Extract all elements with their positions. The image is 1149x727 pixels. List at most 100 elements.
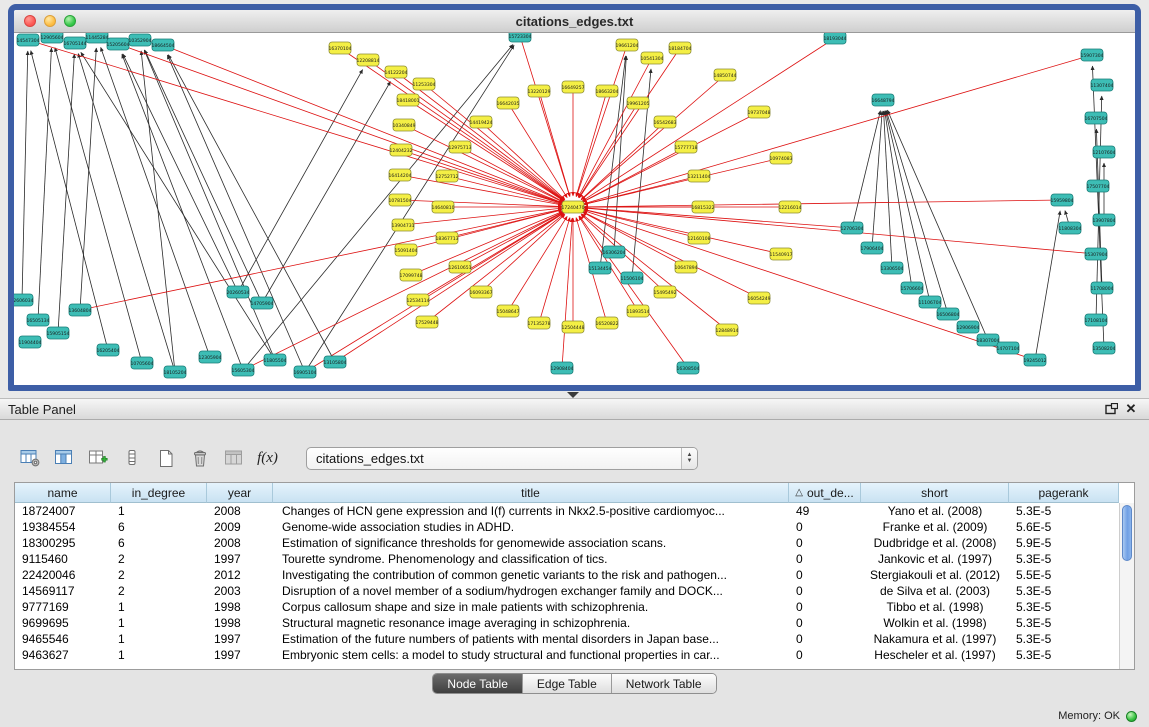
table-cell[interactable]: 9699695 [15,615,111,631]
delete-table-icon[interactable] [186,445,213,471]
graph-node[interactable]: 13907804 [1093,214,1116,226]
table-cell[interactable]: 22420046 [15,567,111,583]
graph-node[interactable]: 15706604 [901,282,924,294]
table-cell[interactable]: Genome-wide association studies in ADHD. [273,519,789,535]
table-cell[interactable]: de Silva et al. (2003) [861,583,1009,599]
table-row[interactable]: 1938455462009Genome-wide association stu… [15,519,1119,535]
graph-node[interactable]: 17529448 [416,316,439,328]
table-row[interactable]: 946554611997Estimation of the future num… [15,631,1119,647]
graph-node[interactable]: 16815322 [692,201,715,213]
select-columns-icon[interactable] [50,445,77,471]
graph-node[interactable]: 14640810 [432,201,455,213]
graph-node[interactable]: 16308504 [677,362,700,374]
table-cell[interactable]: 5.3E-5 [1009,615,1119,631]
graph-node[interactable]: 12107604 [1093,146,1116,158]
graph-node[interactable]: 15723304 [509,33,532,42]
table-cell[interactable]: 9465546 [15,631,111,647]
table-cell[interactable]: 1 [111,503,207,519]
table-row[interactable]: 946362711997Embryonic stem cells: a mode… [15,647,1119,663]
window-titlebar[interactable]: citations_edges.txt [14,10,1135,33]
table-cell[interactable]: 1 [111,647,207,663]
table-cell[interactable]: Hescheler et al. (1997) [861,647,1009,663]
table-cell[interactable]: 2 [111,551,207,567]
minimize-window-button[interactable] [44,15,56,27]
graph-node[interactable]: 19737048 [748,106,771,118]
graph-node[interactable]: 16642035 [497,97,520,109]
graph-node[interactable]: 18184704 [669,42,692,54]
table-cell[interactable]: 9463627 [15,647,111,663]
graph-node[interactable]: 12404232 [390,144,413,156]
graph-node[interactable]: 16306204 [603,246,626,258]
graph-node[interactable]: 15907304 [1081,49,1104,61]
column-header-in_degree[interactable]: in_degree [111,483,207,503]
graph-node[interactable]: 14705904 [251,297,274,309]
table-row[interactable]: 969969511998Structural magnetic resonanc… [15,615,1119,631]
table-cell[interactable]: Disruption of a novel member of a sodium… [273,583,789,599]
graph-node[interactable]: 11805504 [264,354,287,366]
graph-node[interactable]: 12305904 [199,351,222,363]
graph-node[interactable]: 16506804 [937,308,960,320]
table-cell[interactable]: Embryonic stem cells: a model to study s… [273,647,789,663]
graph-node[interactable]: 12706304 [841,222,864,234]
table-cell[interactable]: 2 [111,583,207,599]
graph-node[interactable]: 18664504 [152,39,175,51]
combo-stepper-icon[interactable]: ▲▼ [681,448,697,469]
table-cell[interactable]: Changes of HCN gene expression and I(f) … [273,503,789,519]
graph-node[interactable]: 12160108 [688,232,711,244]
column-header-year[interactable]: year [207,483,273,503]
table-cell[interactable]: Dudbridge et al. (2008) [861,535,1009,551]
table-cell[interactable]: 1 [111,599,207,615]
graph-node[interactable]: 12906904 [957,321,980,333]
table-cell[interactable]: 5.3E-5 [1009,599,1119,615]
table-cell[interactable]: 2012 [207,567,273,583]
graph-node[interactable]: 19961205 [627,97,650,109]
table-cell[interactable]: 5.9E-5 [1009,535,1119,551]
graph-node[interactable]: 13220129 [528,85,551,97]
column-header-out_de[interactable]: △out_de... [789,483,861,503]
graph-node[interactable]: 15134454 [589,262,612,274]
table-cell[interactable]: 5.3E-5 [1009,551,1119,567]
graph-node[interactable]: 12606034 [14,294,34,306]
graph-node[interactable]: 12610651 [449,261,472,273]
graph-node[interactable]: 15205604 [107,38,130,50]
vertical-scrollbar[interactable] [1119,503,1134,669]
table-cell[interactable]: 9115460 [15,551,111,567]
graph-node[interactable]: 14707104 [997,342,1020,354]
graph-node[interactable]: 12216014 [779,201,802,213]
graph-node[interactable]: 10705604 [131,357,154,369]
graph-node[interactable]: 10974083 [770,152,793,164]
table-cell[interactable]: 1997 [207,551,273,567]
column-view-icon[interactable] [118,445,145,471]
graph-node[interactable]: 17108104 [1085,314,1108,326]
graph-node[interactable]: 10781504 [389,194,412,206]
table-cell[interactable]: 19384554 [15,519,111,535]
table-cell[interactable]: 18724007 [15,503,111,519]
import-table-icon[interactable] [220,445,247,471]
graph-node[interactable]: 17507704 [1087,180,1110,192]
graph-node[interactable]: 15905154 [47,327,70,339]
graph-node[interactable]: 18105204 [164,366,187,378]
graph-node[interactable]: 18307004 [977,334,1000,346]
table-cell[interactable]: Structural magnetic resonance image aver… [273,615,789,631]
function-builder-icon[interactable]: f(x) [254,445,281,471]
graph-node[interactable]: 12208814 [357,54,380,66]
graph-node[interactable]: 11253304 [413,78,436,90]
graph-node[interactable]: 16414204 [389,169,412,181]
table-cell[interactable]: 2008 [207,535,273,551]
table-row[interactable]: 911546021997Tourette syndrome. Phenomeno… [15,551,1119,567]
graph-node[interactable]: 12975713 [449,141,472,153]
graph-node[interactable]: 10541304 [641,52,664,64]
table-cell[interactable]: 18300295 [15,535,111,551]
table-cell[interactable]: Investigating the contribution of common… [273,567,789,583]
graph-node[interactable]: 19661204 [616,39,639,51]
add-column-icon[interactable] [84,445,111,471]
table-cell[interactable]: 1 [111,615,207,631]
table-cell[interactable]: 49 [789,503,861,519]
graph-node[interactable]: 19245012 [1024,354,1047,366]
tab-edge-table[interactable]: Edge Table [523,674,612,693]
close-window-button[interactable] [24,15,36,27]
table-cell[interactable]: Tibbo et al. (1998) [861,599,1009,615]
graph-node[interactable]: 12905604 [41,33,64,43]
graph-node[interactable]: 17099748 [400,269,423,281]
graph-node[interactable]: 16542683 [654,116,677,128]
